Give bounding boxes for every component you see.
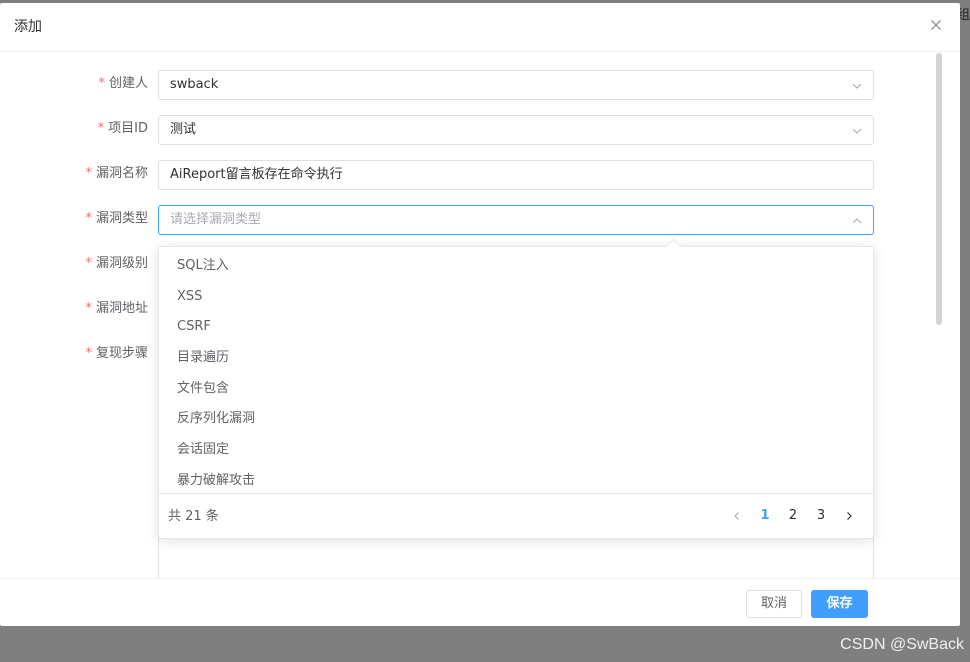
creator-label: * 创建人 bbox=[98, 76, 148, 91]
chevron-down-icon bbox=[851, 125, 863, 135]
cancel-button[interactable]: 取消 bbox=[746, 590, 802, 618]
form-row-creator: * 创建人 swback bbox=[0, 70, 900, 100]
project-select[interactable]: 测试 bbox=[158, 115, 874, 145]
page-3-button[interactable]: 3 bbox=[807, 503, 835, 529]
vuln-level-label: * 漏洞级别 bbox=[85, 256, 148, 271]
dropdown-option[interactable]: 会话固定 bbox=[159, 435, 873, 466]
pagination: 1 2 3 bbox=[723, 503, 863, 529]
vuln-address-label: * 漏洞地址 bbox=[85, 301, 148, 316]
chevron-down-icon bbox=[851, 80, 863, 90]
form-row-vuln-name: * 漏洞名称 AiReport留言板存在命令执行 bbox=[0, 160, 900, 190]
dialog-header: 添加 bbox=[0, 3, 960, 52]
dialog-scrollbar[interactable] bbox=[936, 53, 942, 325]
dropdown-pagination-bar: 共 21 条 1 2 3 bbox=[159, 493, 873, 539]
vuln-name-input[interactable]: AiReport留言板存在命令执行 bbox=[158, 160, 874, 190]
creator-value: swback bbox=[170, 77, 219, 92]
creator-select[interactable]: swback bbox=[158, 70, 874, 100]
dropdown-option[interactable]: 反序列化漏洞 bbox=[159, 404, 873, 435]
chevron-right-icon bbox=[847, 512, 852, 520]
vuln-type-placeholder: 请选择漏洞类型 bbox=[170, 212, 262, 227]
form-row-vuln-type: * 漏洞类型 请选择漏洞类型 bbox=[0, 205, 900, 235]
dropdown-option[interactable]: 文件包含 bbox=[159, 374, 873, 405]
vuln-name-value: AiReport留言板存在命令执行 bbox=[170, 167, 343, 182]
chevron-up-icon bbox=[851, 215, 863, 225]
close-icon[interactable] bbox=[926, 15, 946, 35]
dropdown-option[interactable]: CSRF bbox=[159, 312, 873, 343]
watermark: CSDN @SwBack bbox=[840, 636, 964, 653]
vuln-type-select[interactable]: 请选择漏洞类型 bbox=[158, 205, 874, 235]
page-2-button[interactable]: 2 bbox=[779, 503, 807, 529]
vuln-type-label: * 漏洞类型 bbox=[85, 211, 148, 226]
dropdown-option[interactable]: SQL注入 bbox=[159, 251, 873, 282]
dialog-footer: 取消 保存 bbox=[0, 578, 960, 627]
repro-steps-textarea[interactable] bbox=[158, 537, 874, 578]
vuln-type-dropdown: SQL注入 XSS CSRF 目录遍历 文件包含 反序列化漏洞 会话固定 暴力破… bbox=[158, 238, 874, 539]
vuln-name-label: * 漏洞名称 bbox=[85, 166, 148, 181]
repro-steps-label: * 复现步骤 bbox=[85, 346, 148, 361]
chevron-left-icon bbox=[734, 512, 739, 520]
page-1-button[interactable]: 1 bbox=[751, 503, 779, 529]
prev-page-button[interactable] bbox=[723, 503, 751, 529]
total-count: 共 21 条 bbox=[168, 509, 219, 524]
dropdown-option[interactable]: XSS bbox=[159, 282, 873, 313]
save-button[interactable]: 保存 bbox=[811, 590, 868, 618]
dropdown-option[interactable]: 目录遍历 bbox=[159, 343, 873, 374]
form-row-project: * 项目ID 测试 bbox=[0, 115, 900, 145]
dialog-title: 添加 bbox=[14, 19, 42, 35]
dropdown-option-list: SQL注入 XSS CSRF 目录遍历 文件包含 反序列化漏洞 会话固定 暴力破… bbox=[159, 251, 873, 493]
project-value: 测试 bbox=[170, 122, 197, 137]
project-label: * 项目ID bbox=[97, 121, 148, 136]
dropdown-option[interactable]: 暴力破解攻击 bbox=[159, 466, 873, 493]
next-page-button[interactable] bbox=[835, 503, 863, 529]
